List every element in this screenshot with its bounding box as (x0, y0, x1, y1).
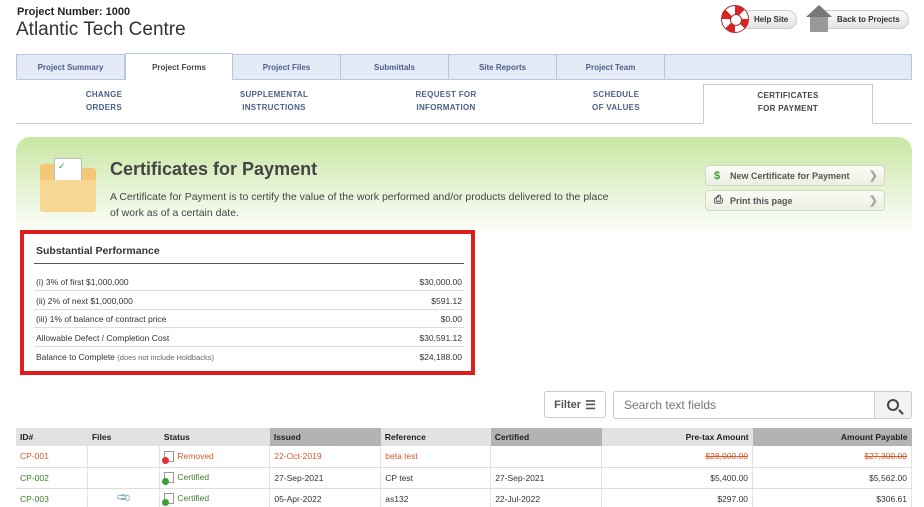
page-description: A Certificate for Payment is to certify … (110, 191, 609, 219)
row-id-link[interactable]: CP-003 (20, 494, 49, 504)
search-button[interactable] (874, 391, 912, 419)
col-amount-payable[interactable]: Amount Payable (752, 428, 912, 446)
col-certified[interactable]: Certified (490, 428, 602, 446)
page-title: Certificates for Payment (110, 159, 318, 179)
chevron-right-icon: ❯ (868, 195, 878, 207)
subtab-supplemental-instructions[interactable]: SUPPLEMENTAL INSTRUCTIONS (224, 88, 324, 114)
form-subtabs: CHANGE ORDERS SUPPLEMENTAL INSTRUCTIONS RE… (16, 80, 912, 124)
tab-project-team[interactable]: Project Team (557, 55, 665, 80)
search-input[interactable] (613, 391, 875, 419)
row-certified: 22-Jul-2022 (490, 488, 603, 507)
print-page-button[interactable]: ⎙ Print this page ❯ (705, 190, 885, 211)
table-header-row: ID# Files Status Issued Reference Certif… (16, 428, 912, 446)
document-certified-icon (162, 493, 175, 507)
col-id[interactable]: ID# (16, 428, 88, 446)
row-files (87, 446, 161, 468)
row-issued: 22-Oct-2019 (269, 446, 382, 468)
project-number: Project Number: 1000 (17, 6, 131, 18)
certificates-table: ID# Files Status Issued Reference Certif… (16, 428, 912, 507)
page-banner (16, 137, 912, 237)
col-files[interactable]: Files (87, 428, 160, 446)
back-to-projects-button[interactable]: Back to Projects (806, 5, 909, 33)
new-certificate-button[interactable]: $ New Certificate for Payment ❯ (705, 165, 885, 186)
tab-site-reports[interactable]: Site Reports (449, 55, 557, 80)
col-status[interactable]: Status (159, 428, 270, 446)
row-certified (490, 446, 603, 468)
col-reference[interactable]: Reference (380, 428, 491, 446)
lifebuoy-icon (721, 5, 749, 33)
tab-project-summary[interactable]: Project Summary (17, 55, 125, 80)
house-icon (806, 5, 832, 33)
row-id-link[interactable]: CP-002 (20, 473, 49, 483)
row-status: Removed (177, 450, 214, 461)
new-certificate-label: New Certificate for Payment (730, 170, 850, 181)
paperclip-icon[interactable]: 📎 (116, 490, 133, 506)
subtab-schedule-of-values[interactable]: SCHEDULE OF VALUES (576, 88, 656, 114)
row-payable: $27,300.00 (864, 451, 907, 462)
row-payable: $5,562.00 (752, 467, 912, 489)
search-icon (887, 399, 899, 411)
sp-row: (i) 3% of first $1,000,000 $30,000.00 (34, 273, 464, 291)
subtab-request-for-information[interactable]: REQUEST FOR INFORMATION (396, 88, 496, 114)
tab-project-files[interactable]: Project Files (233, 55, 341, 80)
printer-icon: ⎙ (714, 194, 723, 206)
col-pretax-amount[interactable]: Pre-tax Amount (601, 428, 753, 446)
dollar-icon: $ (714, 169, 721, 182)
folder-icon (40, 158, 96, 212)
project-name: Atlantic Tech Centre (16, 19, 186, 40)
col-issued[interactable]: Issued (269, 428, 381, 446)
row-pretax: $28,000.00 (705, 451, 749, 462)
table-row[interactable]: CP-002 Certified 27-Sep-2021 CP test 27-… (16, 467, 912, 489)
subtab-change-orders[interactable]: CHANGE ORDERS (64, 88, 144, 114)
row-reference: as132 (380, 488, 492, 507)
row-id-link[interactable]: CP-001 (20, 451, 49, 461)
sp-row: (iii) 1% of balance of contract price $0… (34, 310, 464, 328)
row-payable: $306.61 (752, 488, 912, 507)
subtab-certificates-for-payment[interactable]: CERTIFICATES FOR PAYMENT (703, 84, 873, 124)
sp-row: Allowable Defect / Completion Cost $30,5… (34, 329, 464, 347)
help-site-button[interactable]: Help Site (721, 5, 798, 33)
row-files (87, 467, 161, 489)
sp-row: Balance to Complete (does not include Ho… (36, 352, 462, 362)
filter-label: Filter (554, 398, 582, 411)
document-certified-icon (162, 472, 175, 486)
sp-row: (ii) 2% of next $1,000,000 $591.12 (34, 292, 464, 310)
print-page-label: Print this page (730, 195, 793, 206)
main-tabs: Project Summary Project Forms Project Fi… (16, 53, 912, 80)
filter-button[interactable]: Filter ☰ (544, 391, 606, 418)
row-issued: 27-Sep-2021 (269, 467, 382, 489)
row-pretax: $5,400.00 (601, 467, 754, 489)
row-issued: 05-Apr-2022 (269, 488, 382, 507)
row-status: Certified (177, 492, 210, 503)
row-reference: CP test (380, 467, 492, 489)
document-removed-icon (162, 450, 175, 464)
row-reference: beta test (380, 446, 492, 468)
filter-icon: ☰ (585, 397, 596, 412)
substantial-performance-title: Substantial Performance (36, 245, 160, 257)
tab-submittals[interactable]: Submittals (341, 55, 449, 80)
tab-project-forms[interactable]: Project Forms (125, 53, 233, 80)
row-status: Certified (177, 471, 210, 482)
table-row[interactable]: CP-003 📎 Certified 05-Apr-2022 as132 22-… (16, 488, 912, 507)
chevron-right-icon: ❯ (868, 170, 878, 182)
substantial-performance-panel: Substantial Performance (i) 3% of first … (20, 230, 475, 375)
row-certified: 27-Sep-2021 (490, 467, 603, 489)
divider (34, 263, 464, 264)
table-row[interactable]: CP-001 Removed 22-Oct-2019 beta test $28… (16, 446, 912, 468)
row-pretax: $297.00 (601, 488, 754, 507)
